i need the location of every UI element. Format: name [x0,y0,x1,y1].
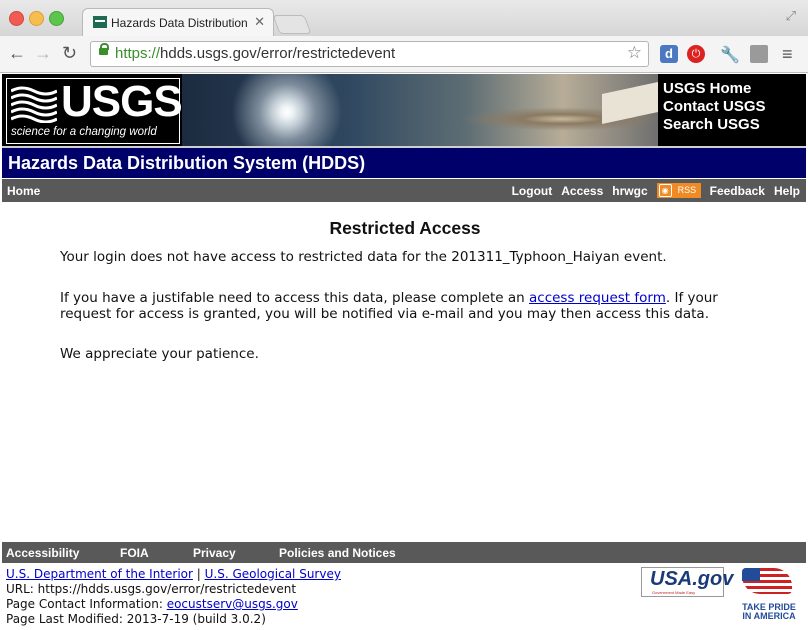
flag-icon [742,568,792,594]
reload-icon[interactable]: ↻ [62,43,77,64]
usgs-tagline: science for a changing world [11,126,157,138]
footer-contact-line: Page Contact Information: eocustserv@usg… [6,597,341,612]
take-pride-in-america-logo[interactable]: TAKE PRIDE IN AMERICA [738,566,798,626]
doi-link[interactable]: U.S. Department of the Interior [6,567,193,581]
wrench-icon[interactable]: 🔧 [720,45,740,64]
back-arrow-icon[interactable]: ← [8,43,26,64]
page-title: Restricted Access [329,218,481,238]
extension-box-icon[interactable] [750,45,768,63]
footer-info: U.S. Department of the Interior | U.S. G… [6,567,341,627]
extension-d-icon[interactable]: d [660,45,678,63]
contact-email-link[interactable]: eocustserv@usgs.gov [167,597,298,611]
usgs-header-links: USGS Home Contact USGS Search USGS [663,80,766,134]
footer-foia-link[interactable]: FOIA [120,546,149,560]
lock-icon [99,43,109,55]
contact-usgs-link[interactable]: Contact USGS [663,98,766,116]
footer-org-line: U.S. Department of the Interior | U.S. G… [6,567,341,582]
address-url[interactable]: https://hdds.usgs.gov/error/restrictedev… [115,45,395,62]
restricted-message: Your login does not have access to restr… [60,249,667,265]
main-content: Restricted Access Your login does not ha… [60,218,760,362]
tab-close-icon[interactable]: ✕ [254,14,265,30]
usgs-home-link[interactable]: USGS Home [663,80,766,98]
request-access-paragraph: If you have a justifable need to access … [60,290,760,322]
usgs-link[interactable]: U.S. Geological Survey [205,567,341,581]
new-tab-button[interactable] [272,15,312,34]
patience-message: We appreciate your patience. [60,346,259,362]
bookmark-star-icon[interactable]: ☆ [627,43,642,63]
address-bar[interactable]: https://hdds.usgs.gov/error/restrictedev… [90,41,649,67]
extension-power-icon[interactable]: ⏻ [687,45,705,63]
usgs-waves-icon [11,86,57,123]
system-title-bar: Hazards Data Distribution System (HDDS) [2,146,806,178]
nav-logout-link[interactable]: Logout [512,184,553,198]
usgs-logo[interactable]: USGS science for a changing world [6,77,183,144]
browser-tab[interactable]: Hazards Data Distribution ✕ [82,8,274,37]
forward-arrow-icon[interactable]: → [34,43,52,64]
nav-access-link[interactable]: Access [561,184,603,198]
tpia-logo-text: TAKE PRIDE IN AMERICA [742,602,796,621]
footer-privacy-link[interactable]: Privacy [193,546,236,560]
usagov-logo-text: USA.gov [650,568,734,590]
nav-user-link[interactable]: hrwgc [612,184,647,198]
access-request-form-link[interactable]: access request form [529,290,666,306]
window-minimize-button[interactable] [29,11,44,26]
footer-modified-line: Page Last Modified: 2013-7-19 (build 3.0… [6,612,266,626]
request-text-before: If you have a justifable need to access … [60,290,529,306]
rss-button[interactable]: ◉ RSS [656,182,701,198]
hamburger-menu-icon[interactable]: ≡ [782,44,793,65]
footer-nav-bar: Accessibility FOIA Privacy Policies and … [2,542,806,563]
footer-accessibility-link[interactable]: Accessibility [6,546,79,560]
nav-feedback-link[interactable]: Feedback [710,184,765,198]
usgs-header: USGS science for a changing world USGS H… [2,74,806,146]
usagov-logo-subtext: Government Made Easy [652,590,696,595]
rss-label: RSS [677,185,697,195]
hurricane-banner-image [182,74,658,146]
footer-separator: | [192,567,205,581]
tab-title: Hazards Data Distribution [111,16,248,30]
fullscreen-icon[interactable]: ⤢ [786,8,796,24]
system-title: Hazards Data Distribution System (HDDS) [8,153,366,173]
browser-toolbar: ← → ↻ https://hdds.usgs.gov/error/restri… [0,36,808,73]
contact-label: Page Contact Information: [6,597,167,611]
site-nav-bar: Home Logout Access hrwgc ◉ RSS Feedback … [2,179,806,202]
damaged-house-image [602,82,658,124]
usgs-favicon-icon [93,16,107,28]
footer-policies-link[interactable]: Policies and Notices [279,546,396,560]
window-close-button[interactable] [9,11,24,26]
usagov-logo[interactable]: USA.gov Government Made Easy [641,567,733,597]
browser-titlebar: Hazards Data Distribution ✕ ⤢ [0,0,808,37]
rss-icon: ◉ [658,183,672,197]
nav-right-links: Logout Access hrwgc ◉ RSS Feedback Help [503,182,800,198]
nav-help-link[interactable]: Help [774,184,800,198]
usgs-logo-text: USGS [61,77,183,126]
footer-url-line: URL: https://hdds.usgs.gov/error/restric… [6,582,297,596]
window-zoom-button[interactable] [49,11,64,26]
nav-home-link[interactable]: Home [7,184,40,198]
search-usgs-link[interactable]: Search USGS [663,116,766,134]
